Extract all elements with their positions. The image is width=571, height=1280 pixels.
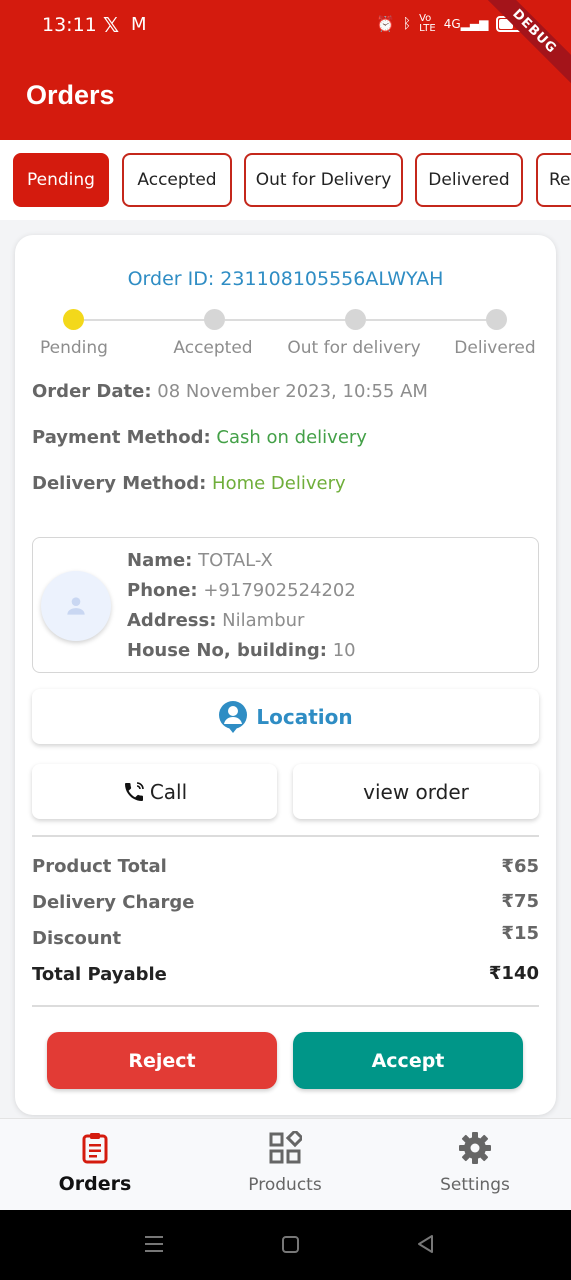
order-date-label: Order Date:: [32, 381, 152, 402]
step-dot-pending: [63, 309, 84, 330]
nav-orders[interactable]: Orders: [0, 1119, 190, 1211]
customer-name-row: Name: TOTAL-X: [127, 550, 273, 571]
delivery-method-row: Delivery Method: Home Delivery: [32, 473, 346, 494]
call-button[interactable]: Call: [32, 764, 277, 819]
delivery-charge-value: ₹75: [501, 891, 539, 912]
location-person-icon: [219, 700, 248, 733]
reject-button[interactable]: Reject: [47, 1032, 277, 1089]
product-total-value: ₹65: [501, 856, 539, 877]
tab-pending[interactable]: Pending: [13, 153, 109, 207]
customer-phone-row: Phone: +917902524202: [127, 580, 356, 601]
tab-accepted[interactable]: Accepted: [122, 153, 232, 207]
order-date-row: Order Date: 08 November 2023, 10:55 AM: [32, 381, 428, 402]
step-label-out-for-delivery: Out for delivery: [287, 338, 421, 358]
clipboard-icon: [82, 1133, 108, 1164]
divider: [32, 1005, 539, 1007]
location-label: Location: [256, 704, 353, 729]
divider: [32, 835, 539, 837]
customer-house-row: House No, building: 10: [127, 640, 356, 661]
delivery-method-value: Home Delivery: [212, 473, 346, 494]
person-icon: [67, 597, 85, 615]
step-dot-accepted: [204, 309, 225, 330]
payment-method-row: Payment Method: Cash on delivery: [32, 427, 367, 448]
alarm-icon: ⏰: [376, 15, 395, 33]
status-bar: 13:11 𝕏 M ⏰ ᛒ Vo LTE 4G▂▄▆: [0, 0, 571, 52]
gear-icon: [459, 1132, 491, 1164]
accept-button[interactable]: Accept: [293, 1032, 523, 1089]
status-tabs: Pending Accepted Out for Delivery Delive…: [0, 140, 571, 220]
bottom-nav: Orders Products Settings: [0, 1118, 571, 1210]
phone-icon: [124, 781, 144, 801]
customer-address: Nilambur: [222, 610, 305, 631]
tab-out-for-delivery[interactable]: Out for Delivery: [244, 153, 403, 207]
total-payable-value: ₹140: [488, 963, 539, 984]
nav-products-label: Products: [248, 1175, 322, 1195]
step-label-pending: Pending: [40, 338, 108, 358]
customer-house: 10: [332, 640, 356, 661]
discount-value: ₹15: [501, 923, 539, 944]
customer-phone: +917902524202: [203, 580, 356, 601]
signal-icon: 4G▂▄▆: [443, 17, 489, 31]
gmail-icon: M: [131, 14, 147, 35]
order-date-value: 08 November 2023, 10:55 AM: [157, 381, 428, 402]
call-label: Call: [149, 779, 188, 804]
home-icon[interactable]: [282, 1236, 299, 1253]
page-title: Orders: [26, 80, 115, 110]
status-time: 13:11: [42, 14, 97, 36]
bluetooth-icon: ᛒ: [402, 16, 412, 32]
categories-icon: [269, 1131, 302, 1164]
tab-delivered[interactable]: Delivered: [415, 153, 523, 207]
delivery-method-label: Delivery Method:: [32, 473, 207, 494]
step-dot-delivered: [486, 309, 507, 330]
avatar: [41, 571, 111, 641]
nav-settings-label: Settings: [440, 1175, 510, 1195]
app-bar: 13:11 𝕏 M ⏰ ᛒ Vo LTE 4G▂▄▆ DEBUG Orders: [0, 0, 571, 140]
delivery-charge-label: Delivery Charge: [32, 892, 195, 913]
view-order-button[interactable]: view order: [293, 764, 539, 819]
order-card: Order ID: 231108105556ALWYAH Pending Acc…: [15, 235, 556, 1115]
nav-orders-label: Orders: [58, 1173, 132, 1195]
volte-icon: Vo LTE: [419, 13, 436, 34]
view-order-label: view order: [363, 779, 469, 804]
x-icon: 𝕏: [103, 13, 120, 37]
customer-name: TOTAL-X: [198, 550, 273, 571]
customer-address-label: Address:: [127, 610, 217, 631]
discount-label: Discount: [32, 928, 122, 949]
step-label-accepted: Accepted: [173, 338, 253, 358]
step-label-delivered: Delivered: [454, 338, 536, 358]
customer-address-row: Address: Nilambur: [127, 610, 304, 631]
customer-details: Name: TOTAL-X Phone: +917902524202 Addre…: [32, 537, 539, 673]
customer-phone-label: Phone:: [127, 580, 198, 601]
step-dot-out-for-delivery: [345, 309, 366, 330]
nav-settings[interactable]: Settings: [380, 1119, 570, 1211]
step-connector: [366, 319, 497, 321]
system-nav-bar: [0, 1210, 571, 1280]
recent-apps-icon[interactable]: [145, 1236, 163, 1252]
payment-method-label: Payment Method:: [32, 427, 211, 448]
back-icon[interactable]: [416, 1234, 436, 1254]
location-button[interactable]: Location: [32, 689, 539, 744]
payment-method-value: Cash on delivery: [216, 427, 367, 448]
product-total-label: Product Total: [32, 856, 167, 877]
tab-rejected[interactable]: Re: [536, 153, 571, 207]
step-connector: [84, 319, 214, 321]
nav-products[interactable]: Products: [190, 1119, 380, 1211]
total-payable-label: Total Payable: [32, 964, 167, 985]
step-connector: [225, 319, 356, 321]
customer-name-label: Name:: [127, 550, 193, 571]
order-id: Order ID: 231108105556ALWYAH: [127, 268, 444, 290]
customer-house-label: House No, building:: [127, 640, 327, 661]
